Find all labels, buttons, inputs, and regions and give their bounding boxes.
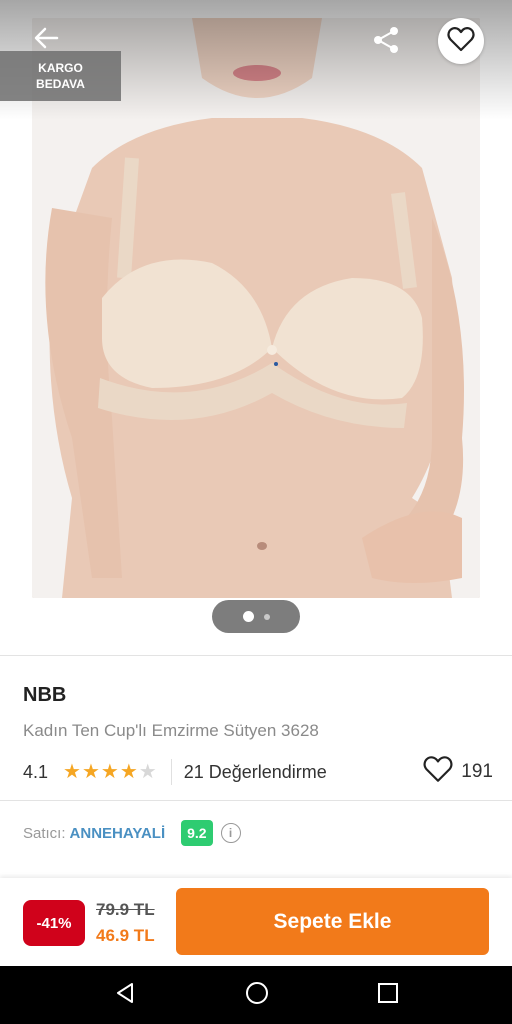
divider	[0, 800, 512, 801]
star-icon: ★	[119, 761, 138, 783]
favorite-button[interactable]	[438, 18, 484, 64]
discount-badge: -41%	[23, 900, 85, 946]
seller-name-link[interactable]: ANNEHAYALİ	[70, 825, 166, 842]
rating-stars[interactable]: ★ ★ ★ ★ ★	[63, 762, 157, 782]
seller-label: Satıcı:	[23, 824, 66, 842]
divider	[170, 759, 172, 785]
divider	[0, 655, 512, 656]
product-gallery[interactable]: KARGO BEDAVA	[0, 0, 512, 655]
arrow-left-icon	[33, 27, 59, 54]
pager-dot-active[interactable]	[242, 611, 254, 622]
share-icon	[371, 25, 401, 60]
product-title: Kadın Ten Cup'lı Emzirme Sütyen 3628	[23, 721, 319, 740]
triangle-back-icon[interactable]	[113, 981, 137, 1010]
likes-count[interactable]: 191	[423, 755, 493, 789]
rating-value: 4.1	[23, 761, 49, 782]
reviews-link[interactable]: 21 Değerlendirme	[184, 762, 327, 783]
rating-row: 4.1 ★ ★ ★ ★ ★ 21 Değerlendirme 191	[23, 755, 493, 789]
brand-name[interactable]: NBB	[23, 684, 66, 707]
badge-line2: BEDAVA	[36, 77, 85, 91]
share-button[interactable]	[366, 22, 406, 62]
star-icon: ★	[100, 761, 119, 783]
star-empty-icon: ★	[138, 761, 157, 783]
product-page: KARGO BEDAVA NBB Kadın Ten Cup'lı Emzirm…	[0, 0, 512, 1024]
heart-outline-icon	[447, 26, 475, 57]
old-price: 79.9 TL	[96, 900, 155, 919]
pager-dot[interactable]	[263, 613, 270, 620]
image-pager[interactable]	[212, 600, 300, 633]
new-price: 46.9 TL	[96, 926, 155, 945]
purchase-bar: -41% 79.9 TL 46.9 TL Sepete Ekle	[0, 878, 512, 966]
add-to-cart-button[interactable]: Sepete Ekle	[176, 888, 489, 955]
seller-score-badge: 9.2	[181, 820, 213, 846]
info-icon[interactable]: i	[220, 823, 241, 843]
star-icon: ★	[63, 761, 81, 783]
badge-line1: KARGO	[38, 61, 83, 75]
star-icon: ★	[81, 761, 100, 783]
square-recents-icon[interactable]	[377, 982, 399, 1009]
heart-outline-icon	[423, 755, 453, 789]
product-image[interactable]	[32, 18, 480, 598]
free-shipping-badge: KARGO BEDAVA	[0, 51, 121, 101]
seller-row: Satıcı: ANNEHAYALİ 9.2 i	[23, 818, 241, 848]
likes-value: 191	[461, 761, 493, 782]
circle-home-icon[interactable]	[244, 980, 270, 1011]
system-nav-bar	[0, 966, 512, 1024]
